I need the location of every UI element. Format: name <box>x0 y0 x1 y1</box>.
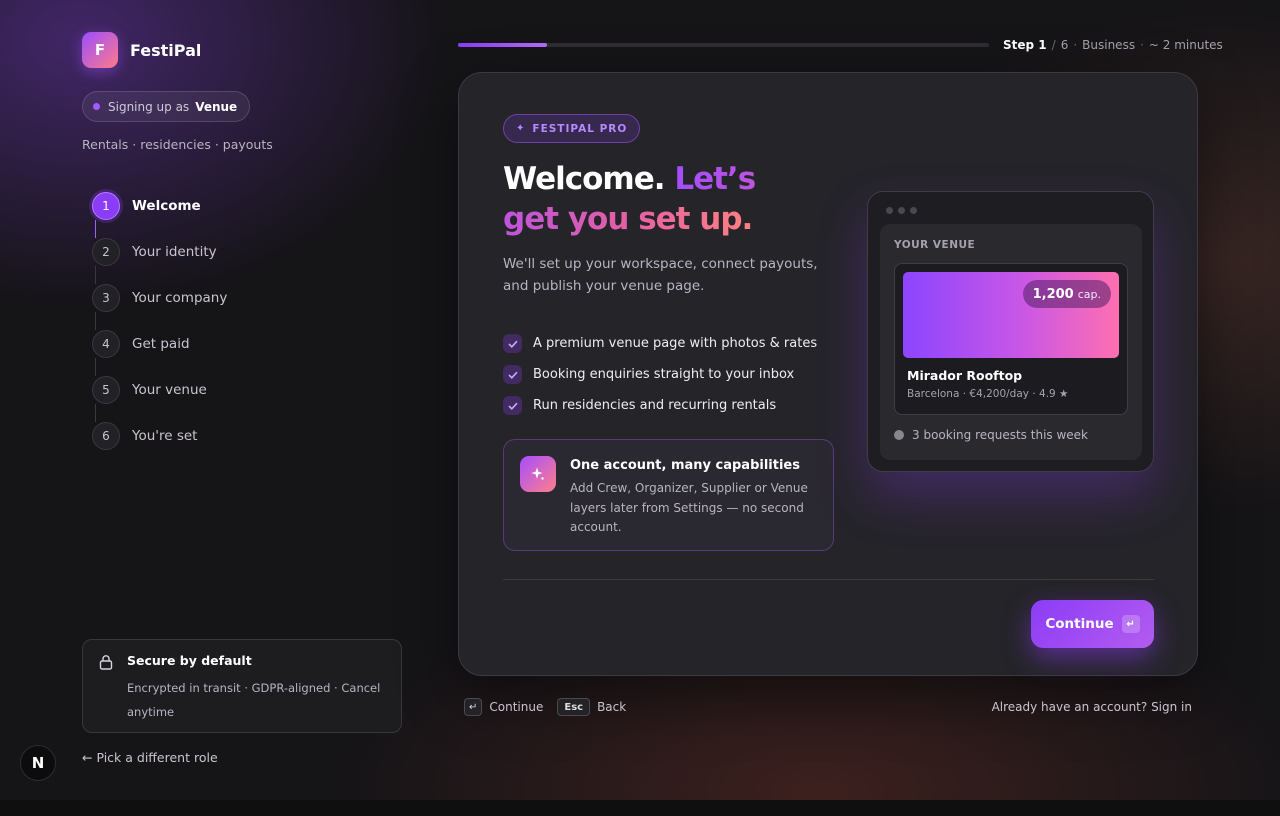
step-number: 1 <box>92 192 120 220</box>
step-connector <box>95 404 96 422</box>
brand-logo: F <box>82 32 118 68</box>
progress-duration: ~ 2 minutes <box>1148 38 1223 52</box>
step-number: 5 <box>92 376 120 404</box>
venue-name: Mirador Rooftop <box>907 368 1023 383</box>
progress-bar <box>458 43 989 47</box>
secure-title: Secure by default <box>127 653 252 668</box>
pro-badge-text: FESTIPAL PRO <box>532 122 628 135</box>
progress-separator: / <box>1051 38 1056 52</box>
venue-image: 1,200 cap. <box>903 272 1119 358</box>
step-connector <box>95 266 96 284</box>
feature-text: A premium venue page with photos & rates <box>533 336 818 351</box>
progress-category: Business <box>1082 38 1136 52</box>
step-welcome[interactable]: 1 Welcome <box>92 192 227 238</box>
step-number: 4 <box>92 330 120 358</box>
role-dot <box>93 103 100 110</box>
progress-step: Step 1 <box>1003 38 1047 52</box>
progress-total: 6 <box>1060 38 1069 52</box>
bottom-strip <box>0 800 1280 816</box>
window-dot <box>898 207 905 214</box>
info-text: Add Crew, Organizer, Supplier or Venue l… <box>570 481 808 534</box>
step-your-venue[interactable]: 5 Your venue <box>92 376 227 422</box>
step-label: Welcome <box>132 198 201 214</box>
title-welcome: Welcome. <box>503 161 666 197</box>
pro-badge: ✦ FESTIPAL PRO <box>503 114 641 143</box>
step-label: Your company <box>132 290 228 306</box>
step-connector <box>95 220 96 238</box>
step-connector <box>95 312 96 330</box>
brand-name: FestiPal <box>130 40 202 60</box>
booking-text: 3 booking requests this week <box>912 428 1088 442</box>
step-number: 3 <box>92 284 120 312</box>
role-chip-role: Venue <box>195 99 238 114</box>
info-title: One account, many capabilities <box>570 458 800 473</box>
step-youre-set[interactable]: 6 You're set <box>92 422 227 468</box>
enter-key-icon: ↵ <box>1121 615 1140 633</box>
step-your-company[interactable]: 3 Your company <box>92 284 227 330</box>
pick-role-link[interactable]: ← Pick a different role <box>82 750 218 765</box>
page-title: Welcome. Let’s get you set up. <box>503 159 793 239</box>
capacity-value: 1,200 <box>1032 286 1074 302</box>
progress-dot: · <box>1073 38 1078 52</box>
venue-meta: Barcelona · €4,200/day · 4.9 ★ <box>907 388 1069 400</box>
check-icon <box>503 334 522 353</box>
window-dot <box>886 207 893 214</box>
progress-fill <box>458 43 547 47</box>
intro-text: We'll set up your workspace, connect pay… <box>503 256 818 294</box>
venue-label: YOUR VENUE <box>894 239 976 251</box>
esc-key: Esc <box>557 698 591 716</box>
hint-back[interactable]: Back <box>597 700 626 714</box>
sparkle-icon <box>520 456 556 492</box>
secure-panel: Secure by default Encrypted in transit ·… <box>82 639 402 733</box>
secure-text: Encrypted in transit · GDPR-aligned · Ca… <box>127 681 381 719</box>
capabilities-info: One account, many capabilities Add Crew,… <box>503 439 834 551</box>
window-dot <box>910 207 917 214</box>
role-chip-prefix: Signing up as <box>108 99 190 114</box>
welcome-card: ✦ FESTIPAL PRO Welcome. Let’s get you se… <box>458 72 1198 676</box>
feature-text: Run residencies and recurring rentals <box>533 398 777 413</box>
step-label: You're set <box>132 428 198 444</box>
keyboard-hints: ↵ Continue Esc Back <box>464 698 640 716</box>
role-description: Rentals · residencies · payouts <box>82 137 273 152</box>
feature-item: Booking enquiries straight to your inbox <box>503 359 817 390</box>
booking-status: 3 booking requests this week <box>894 428 1088 442</box>
step-number: 2 <box>92 238 120 266</box>
feature-text: Booking enquiries straight to your inbox <box>533 367 795 382</box>
status-dot <box>894 430 904 440</box>
enter-key-icon: ↵ <box>464 698 483 716</box>
step-label: Get paid <box>132 336 190 352</box>
progress-meta: Step 1 / 6 · Business · ~ 2 minutes <box>1003 38 1223 52</box>
check-icon <box>503 365 522 384</box>
step-your-identity[interactable]: 2 Your identity <box>92 238 227 284</box>
lock-icon <box>99 655 113 670</box>
preview-panel: YOUR VENUE 1,200 cap. Mirador Rooftop Ba… <box>880 224 1142 460</box>
n-badge[interactable]: N <box>20 745 56 781</box>
signin-link[interactable]: Already have an account? Sign in <box>992 700 1192 714</box>
step-number: 6 <box>92 422 120 450</box>
capacity-badge: 1,200 cap. <box>1022 280 1111 308</box>
continue-label: Continue <box>1045 616 1114 632</box>
feature-item: Run residencies and recurring rentals <box>503 390 817 421</box>
step-connector <box>95 358 96 376</box>
step-label: Your identity <box>132 244 217 260</box>
feature-item: A premium venue page with photos & rates <box>503 328 817 359</box>
step-get-paid[interactable]: 4 Get paid <box>92 330 227 376</box>
capacity-unit: cap. <box>1077 287 1101 301</box>
role-chip[interactable]: Signing up as Venue <box>82 91 251 122</box>
card-divider <box>503 579 1154 580</box>
step-label: Your venue <box>132 382 207 398</box>
step-list: 1 Welcome 2 Your identity 3 Your company… <box>92 192 227 468</box>
brand[interactable]: F FestiPal <box>82 32 201 68</box>
progress-dot: · <box>1140 38 1144 52</box>
hint-continue[interactable]: Continue <box>489 700 543 714</box>
venue-card: 1,200 cap. Mirador Rooftop Barcelona · €… <box>894 263 1128 415</box>
venue-preview: YOUR VENUE 1,200 cap. Mirador Rooftop Ba… <box>867 191 1154 472</box>
check-icon <box>503 396 522 415</box>
continue-button[interactable]: Continue ↵ <box>1031 600 1154 648</box>
feature-list: A premium venue page with photos & rates… <box>503 328 817 421</box>
window-dots <box>886 207 922 214</box>
sparkle-icon: ✦ <box>516 123 526 134</box>
